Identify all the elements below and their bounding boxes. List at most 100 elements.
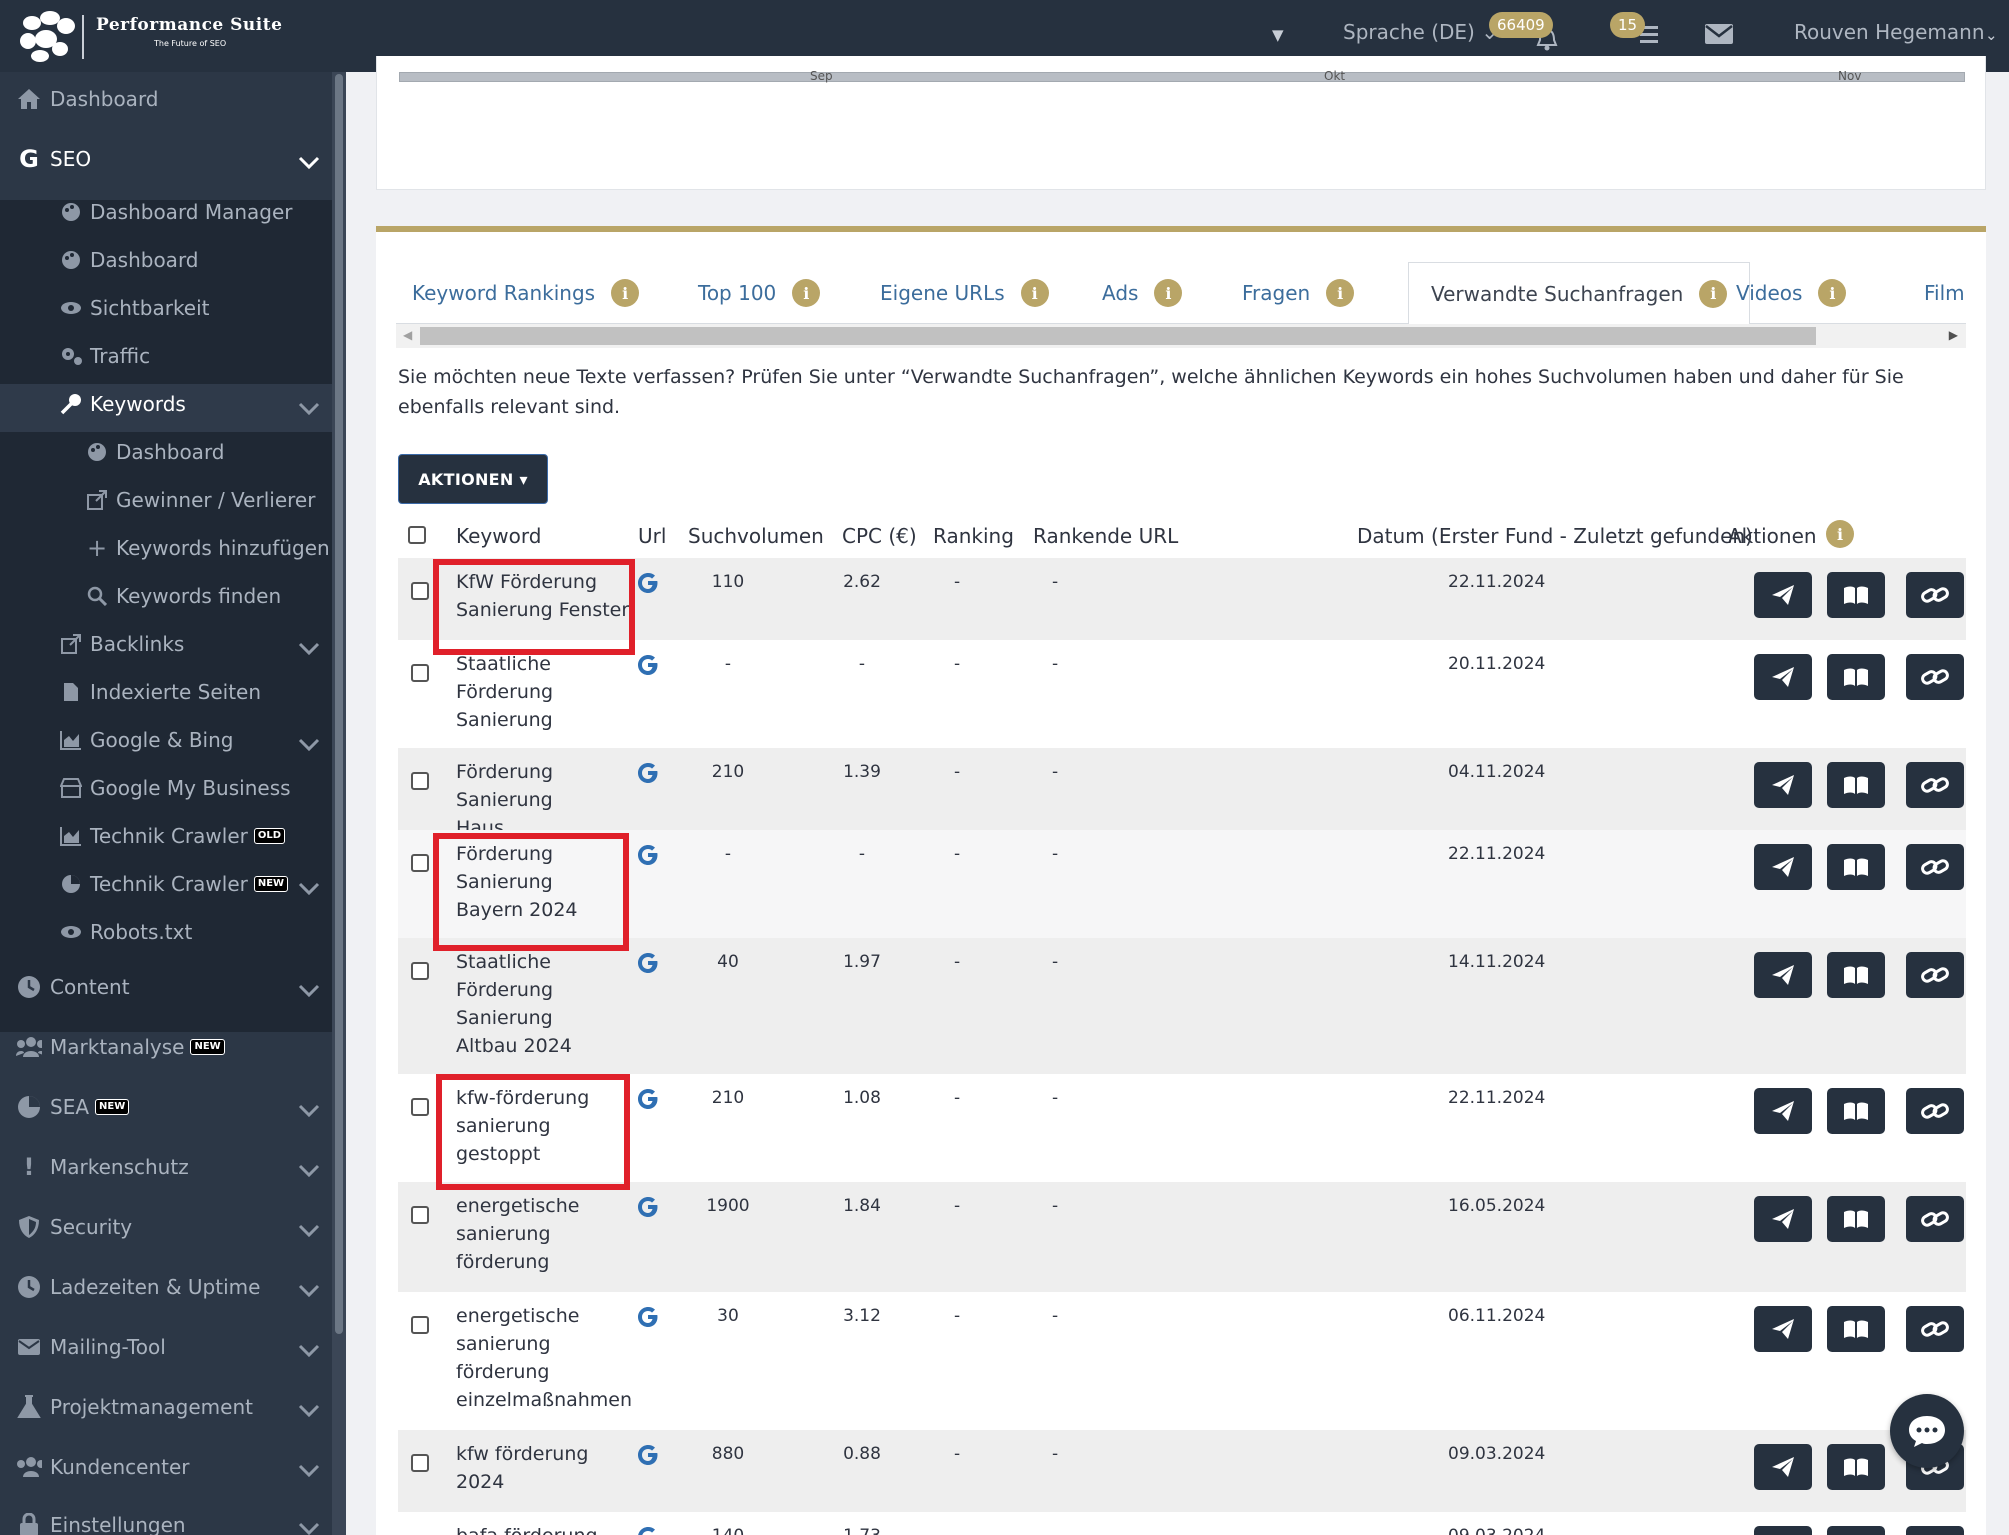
row-checkbox[interactable]: [411, 1098, 429, 1116]
sidebar-item-markenschutz[interactable]: ! Markenschutz: [16, 1153, 189, 1181]
tab-top-100[interactable]: Top 100 i: [698, 262, 821, 324]
sidebar-item-einstellungen[interactable]: Einstellungen: [16, 1512, 186, 1535]
sidebar-item-keywords[interactable]: Keywords: [60, 392, 186, 416]
sidebar-item-projektmanagement[interactable]: Projektmanagement: [16, 1394, 253, 1420]
chevron-down-icon[interactable]: [298, 1464, 320, 1478]
info-icon[interactable]: i: [1326, 279, 1355, 307]
info-icon[interactable]: i: [1699, 279, 1728, 308]
book-button[interactable]: [1827, 1196, 1885, 1242]
tab-ads[interactable]: Ads i: [1102, 262, 1183, 324]
sidebar-scrollbar[interactable]: [332, 72, 346, 1535]
tab-film[interactable]: Film: [1924, 262, 1965, 324]
header-date[interactable]: Datum (Erster Fund - Zuletzt gefunden): [1357, 524, 1753, 548]
book-button[interactable]: [1827, 762, 1885, 808]
book-button[interactable]: [1827, 654, 1885, 700]
link-button[interactable]: [1906, 572, 1964, 618]
info-icon[interactable]: i: [1020, 279, 1049, 307]
google-icon[interactable]: [637, 1196, 659, 1218]
book-button[interactable]: [1827, 1444, 1885, 1490]
sidebar-item-ladezeiten[interactable]: Ladezeiten & Uptime: [16, 1274, 260, 1300]
book-button[interactable]: [1827, 844, 1885, 890]
sidebar-item-seo-dashboard[interactable]: Dashboard: [60, 248, 199, 272]
send-button[interactable]: [1754, 762, 1812, 808]
row-checkbox[interactable]: [411, 772, 429, 790]
row-checkbox[interactable]: [411, 1316, 429, 1334]
send-button[interactable]: [1754, 952, 1812, 998]
info-icon[interactable]: i: [1818, 279, 1847, 307]
send-button[interactable]: [1754, 1088, 1812, 1134]
google-icon[interactable]: [637, 572, 659, 594]
sidebar-item-dashboard[interactable]: Dashboard: [16, 86, 159, 112]
row-checkbox[interactable]: [411, 582, 429, 600]
sidebar-item-sea[interactable]: SEA NEW: [16, 1094, 130, 1120]
mail-icon[interactable]: [1704, 22, 1734, 46]
row-checkbox[interactable]: [411, 664, 429, 682]
sidebar-item-mailing-tool[interactable]: Mailing-Tool: [16, 1334, 166, 1360]
chevron-down-icon[interactable]: [298, 402, 320, 416]
link-button[interactable]: [1906, 1196, 1964, 1242]
tab-verwandte-suchanfragen[interactable]: Verwandte Suchanfragen i: [1408, 262, 1751, 325]
google-icon[interactable]: [637, 1088, 659, 1110]
chevron-down-icon[interactable]: [298, 1164, 320, 1178]
row-checkbox[interactable]: [411, 962, 429, 980]
info-icon[interactable]: i: [611, 279, 640, 307]
link-button[interactable]: [1906, 952, 1964, 998]
tab-videos[interactable]: Videos i: [1736, 262, 1847, 324]
chevron-down-icon[interactable]: [298, 1284, 320, 1298]
header-volume[interactable]: Suchvolumen: [688, 524, 824, 548]
link-button[interactable]: [1906, 1306, 1964, 1352]
sidebar-item-backlinks[interactable]: Backlinks: [60, 632, 184, 656]
language-selector[interactable]: Sprache (DE) ⌄: [1343, 20, 1498, 44]
link-button[interactable]: [1906, 1526, 1964, 1535]
sidebar-item-keywords-hinzufuegen[interactable]: + Keywords hinzufügen: [86, 534, 330, 562]
tab-keyword-rankings[interactable]: Keyword Rankings i: [412, 262, 640, 324]
header-cpc[interactable]: CPC (€): [842, 524, 917, 548]
sidebar-item-content[interactable]: Content: [16, 974, 130, 1000]
select-all-checkbox[interactable]: [408, 526, 426, 544]
chevron-down-icon[interactable]: [298, 1104, 320, 1118]
sidebar-item-gewinner-verlierer[interactable]: Gewinner / Verlierer: [86, 488, 315, 512]
project-dropdown-icon[interactable]: ▼: [1272, 26, 1284, 44]
sidebar-item-indexierte-seiten[interactable]: Indexierte Seiten: [60, 680, 261, 704]
send-button[interactable]: [1754, 1306, 1812, 1352]
sidebar-item-seo[interactable]: G SEO: [16, 145, 91, 173]
chevron-down-icon[interactable]: [298, 1224, 320, 1238]
info-icon[interactable]: i: [1826, 520, 1854, 548]
google-icon[interactable]: [637, 844, 659, 866]
header-url[interactable]: Url: [638, 524, 666, 548]
send-button[interactable]: [1754, 844, 1812, 890]
link-button[interactable]: [1906, 844, 1964, 890]
google-icon[interactable]: [637, 654, 659, 676]
sidebar-item-traffic[interactable]: Traffic: [60, 344, 150, 368]
book-button[interactable]: [1827, 1526, 1885, 1535]
row-checkbox[interactable]: [411, 854, 429, 872]
app-logo[interactable]: Performance Suite The Future of SEO: [18, 9, 318, 63]
info-icon[interactable]: i: [792, 279, 821, 307]
sidebar-item-google-my-business[interactable]: Google My Business: [60, 776, 291, 800]
book-button[interactable]: [1827, 1306, 1885, 1352]
chevron-down-icon[interactable]: [298, 738, 320, 752]
chevron-down-icon[interactable]: [298, 1404, 320, 1418]
sidebar-item-technik-crawler-new[interactable]: Technik Crawler NEW: [60, 872, 289, 896]
chevron-down-icon[interactable]: [298, 1522, 320, 1535]
chat-button[interactable]: [1890, 1394, 1964, 1468]
chevron-down-icon[interactable]: [298, 882, 320, 896]
info-icon[interactable]: i: [1154, 279, 1183, 307]
send-button[interactable]: [1754, 1196, 1812, 1242]
sidebar-item-keywords-finden[interactable]: Keywords finden: [86, 584, 281, 608]
sidebar-item-security[interactable]: Security: [16, 1214, 132, 1240]
link-button[interactable]: [1906, 762, 1964, 808]
link-button[interactable]: [1906, 654, 1964, 700]
chevron-down-icon[interactable]: [298, 984, 320, 998]
sidebar-item-keywords-dashboard[interactable]: Dashboard: [86, 440, 225, 464]
chevron-down-icon[interactable]: [298, 1344, 320, 1358]
tab-fragen[interactable]: Fragen i: [1242, 262, 1355, 324]
user-menu-chevron-icon[interactable]: ⌄: [1985, 26, 1998, 44]
tab-eigene-urls[interactable]: Eigene URLs i: [880, 262, 1049, 324]
header-keyword[interactable]: Keyword: [456, 524, 541, 548]
row-checkbox[interactable]: [411, 1454, 429, 1472]
google-icon[interactable]: [637, 1306, 659, 1328]
actions-button[interactable]: AKTIONEN ▾: [398, 454, 548, 504]
sidebar-item-robots[interactable]: Robots.txt: [60, 920, 192, 944]
link-button[interactable]: [1906, 1088, 1964, 1134]
